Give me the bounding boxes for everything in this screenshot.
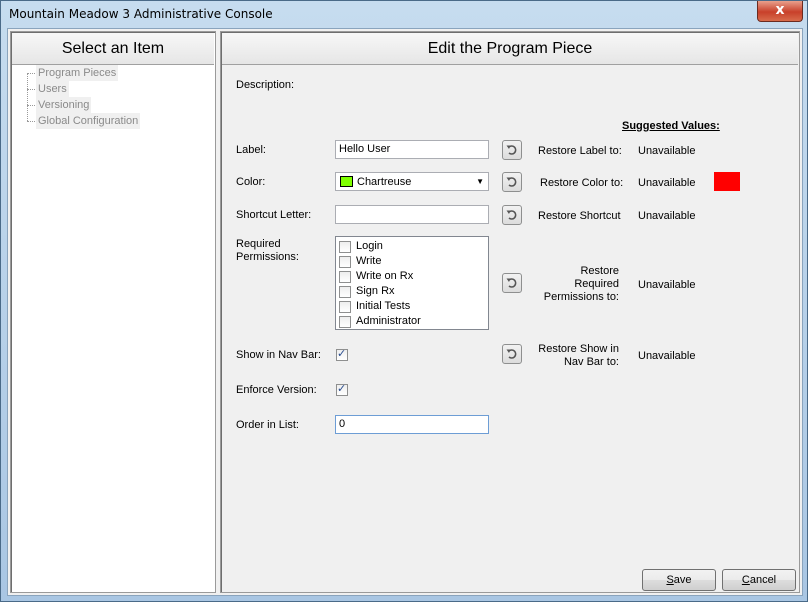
suggested-color-value: Unavailable (638, 177, 696, 189)
description-label: Description: (236, 79, 295, 91)
color-field-label: Color: (236, 176, 266, 188)
item-selector-header: Select an Item (12, 33, 214, 65)
nav-bar-field-label: Show in Nav Bar: (236, 349, 321, 361)
permission-checkbox[interactable] (339, 316, 351, 328)
restore-shortcut-text: Restore Shortcut (538, 210, 621, 222)
suggested-permissions-value: Unavailable (638, 279, 696, 291)
save-button[interactable]: Save (642, 569, 716, 591)
tree-connector (27, 89, 35, 90)
enforce-version-field-label: Enforce Version: (236, 384, 317, 396)
suggested-shortcut-value: Unavailable (638, 210, 696, 222)
enforce-version-checkbox[interactable] (336, 382, 348, 396)
permission-label: Login (356, 240, 383, 252)
permissions-checklist: Login Write Write on Rx Sign Rx Initial … (335, 236, 489, 330)
show-in-nav-bar-checkbox[interactable] (336, 347, 348, 361)
label-input[interactable]: Hello User (335, 140, 489, 159)
permission-checkbox[interactable] (339, 271, 351, 283)
color-select-value: Chartreuse (357, 176, 412, 188)
suggested-label-value: Unavailable (638, 145, 696, 157)
permission-checkbox[interactable] (339, 256, 351, 268)
permission-label: Administrator (356, 315, 421, 327)
restore-label-text: Restore Label to: (538, 145, 622, 157)
permission-label: Write on Rx (356, 270, 414, 282)
order-input[interactable]: 0 (335, 415, 489, 434)
undo-icon (506, 210, 517, 220)
restore-permissions-button[interactable] (502, 273, 522, 293)
permissions-field-label: Required Permissions: (236, 238, 299, 263)
close-icon: x (775, 2, 785, 18)
label-field-label: Label: (236, 144, 266, 156)
item-selector-panel: Select an Item Program Pieces Users Vers… (10, 31, 216, 593)
restore-label-button[interactable] (502, 140, 522, 160)
tree-connector (27, 121, 35, 122)
title-bar: Mountain Meadow 3 Administrative Console… (1, 1, 807, 29)
app-window: Mountain Meadow 3 Administrative Console… (0, 0, 808, 602)
color-select[interactable]: Chartreuse ▼ (335, 172, 489, 191)
permission-label: Sign Rx (356, 285, 395, 297)
restore-nav-bar-button[interactable] (502, 344, 522, 364)
shortcut-field-label: Shortcut Letter: (236, 209, 312, 221)
window-title: Mountain Meadow 3 Administrative Console (9, 7, 273, 21)
cancel-button[interactable]: Cancel (722, 569, 796, 591)
tree-item-program-pieces[interactable]: Program Pieces (36, 65, 119, 81)
chevron-down-icon: ▼ (476, 177, 484, 186)
tree-item-global-configuration[interactable]: Global Configuration (36, 113, 141, 129)
undo-icon (506, 349, 517, 359)
suggested-values-heading: Suggested Values: (622, 120, 720, 132)
close-button[interactable]: x (757, 1, 803, 22)
permission-checkbox[interactable] (339, 301, 351, 313)
undo-icon (506, 278, 517, 288)
undo-icon (506, 177, 517, 187)
restore-color-text: Restore Color to: (540, 177, 624, 189)
permission-label: Initial Tests (356, 300, 411, 312)
order-field-label: Order in List: (236, 419, 299, 431)
suggested-color-swatch (714, 172, 740, 191)
restore-color-button[interactable] (502, 172, 522, 192)
permission-label: Write (356, 255, 382, 267)
edit-panel: Edit the Program Piece Description: Sugg… (220, 31, 800, 593)
tree-item-versioning[interactable]: Versioning (36, 97, 92, 113)
shortcut-input[interactable] (335, 205, 489, 224)
suggested-nav-bar-value: Unavailable (638, 350, 696, 362)
restore-nav-bar-text: Restore Show in Nav Bar to: (538, 343, 619, 368)
restore-permissions-text: Restore Required Permissions to: (543, 265, 619, 303)
edit-panel-header: Edit the Program Piece (222, 33, 798, 65)
tree-connector (27, 73, 35, 74)
tree-connector (27, 73, 28, 121)
permission-checkbox[interactable] (339, 241, 351, 253)
client-area: Select an Item Program Pieces Users Vers… (7, 28, 803, 596)
tree-connector (27, 105, 35, 106)
undo-icon (506, 145, 517, 155)
tree-item-users[interactable]: Users (36, 81, 69, 97)
permission-checkbox[interactable] (339, 286, 351, 298)
color-swatch (340, 176, 353, 187)
restore-shortcut-button[interactable] (502, 205, 522, 225)
